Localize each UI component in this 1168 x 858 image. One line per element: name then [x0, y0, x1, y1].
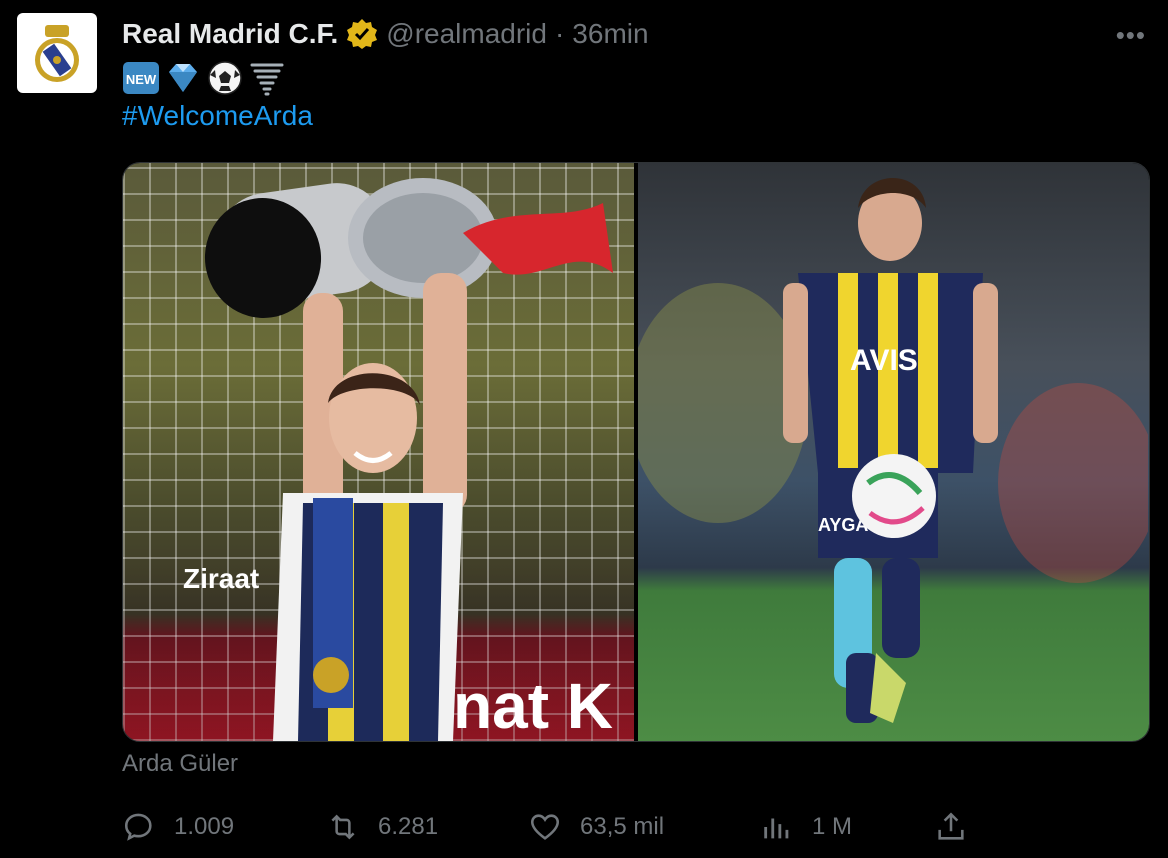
tweet-header: Real Madrid C.F. @realmadrid · 36min: [122, 14, 649, 54]
like-count: 63,5 mil: [580, 813, 665, 840]
repost-button[interactable]: 6.281: [326, 805, 438, 849]
separator-dot: ·: [554, 18, 565, 49]
tornado-emoji-icon: [248, 59, 286, 97]
tweet-actions-bar: 1.009 6.281 63,5 mil 1 M: [122, 805, 982, 849]
reply-icon: [124, 813, 152, 841]
tweet-timestamp[interactable]: 36min: [572, 18, 648, 50]
media-grid: Ziraat nat K AVIS AYGA: [122, 162, 1150, 742]
like-button[interactable]: 63,5 mil: [528, 805, 664, 849]
new-button-emoji-icon: NEW: [122, 59, 160, 97]
author-name[interactable]: Real Madrid C.F.: [122, 18, 338, 50]
media-caption: Arda Güler: [122, 750, 239, 777]
views-chart-icon: [764, 818, 789, 839]
soccer-ball-emoji-icon: [206, 59, 244, 97]
more-icon: •••: [1115, 20, 1146, 50]
reply-button[interactable]: 1.009: [122, 805, 234, 849]
author-handle[interactable]: @realmadrid: [386, 18, 547, 50]
heart-icon: [530, 814, 560, 840]
repost-count: 6.281: [378, 813, 439, 840]
svg-text:Ziraat: Ziraat: [183, 563, 259, 594]
svg-text:nat K: nat K: [453, 670, 613, 741]
more-options-button[interactable]: •••: [1116, 20, 1146, 51]
svg-text:AVIS: AVIS: [850, 344, 918, 377]
gem-emoji-icon: [164, 59, 202, 97]
share-button[interactable]: [934, 805, 968, 849]
views-button[interactable]: 1 M: [760, 805, 852, 849]
real-madrid-crest-icon: [35, 25, 79, 82]
reply-count: 1.009: [174, 813, 235, 840]
share-icon: [938, 812, 964, 840]
verified-badge-icon[interactable]: [346, 18, 378, 50]
avatar[interactable]: [17, 13, 97, 93]
photo-player-with-ball[interactable]: AVIS AYGA: [638, 163, 1149, 741]
svg-text:NEW: NEW: [126, 72, 157, 87]
photo-trophy-celebration[interactable]: Ziraat nat K: [123, 163, 634, 741]
repost-icon: [331, 814, 355, 840]
views-count: 1 M: [812, 813, 853, 840]
tweet-emoji-row: NEW: [122, 58, 286, 98]
hashtag-link[interactable]: #WelcomeArda: [122, 100, 313, 132]
